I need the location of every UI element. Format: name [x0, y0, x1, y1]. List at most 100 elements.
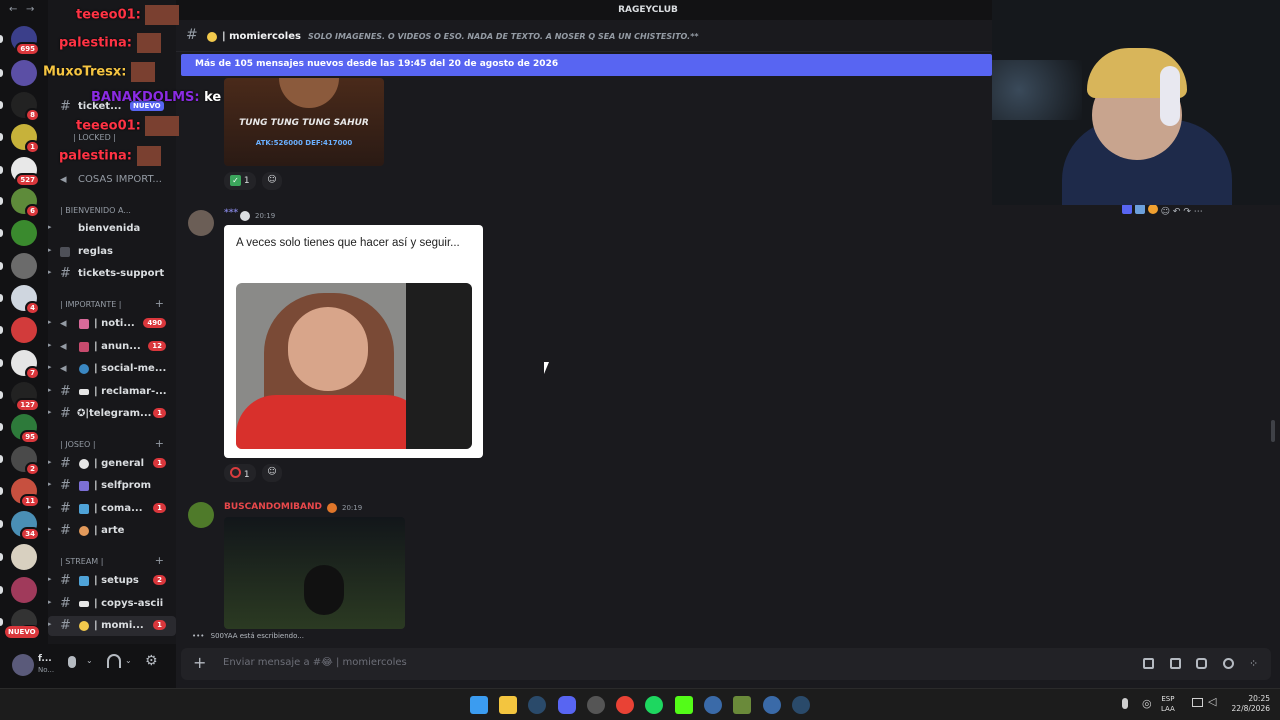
reaction-shortcut-icon[interactable] [1122, 204, 1132, 214]
photo-face [288, 307, 368, 391]
chevron-down-icon[interactable]: ⌄ [86, 656, 93, 665]
discord-icon[interactable] [558, 696, 576, 714]
server-icon[interactable]: 11 [11, 478, 40, 508]
server-icon[interactable] [11, 577, 37, 603]
gear-icon[interactable]: ⚙ [145, 653, 158, 669]
forward-icon[interactable]: ↷ [1183, 207, 1191, 217]
file-explorer-icon[interactable] [499, 696, 517, 714]
add-attachment-icon[interactable]: + [193, 653, 206, 672]
server-icon[interactable]: 1 [11, 124, 40, 154]
server-icon[interactable]: 7 [11, 350, 40, 380]
app-c-icon[interactable] [704, 696, 722, 714]
channel-momiercoles[interactable]: ▸ # | momi... 1 [48, 616, 176, 636]
server-icon[interactable]: 34 [11, 511, 40, 541]
more-icon[interactable]: ⋯ [1194, 207, 1203, 217]
category-stream[interactable]: | STREAM | [60, 557, 103, 566]
avatar[interactable] [12, 654, 34, 676]
lang-indicator[interactable]: ESP LAA [1161, 694, 1175, 714]
channel-tickets-support[interactable]: ▸ # tickets-support [48, 264, 176, 284]
server-icon[interactable]: 127 [11, 382, 40, 412]
steam-icon[interactable] [528, 696, 546, 714]
forward-arrow-icon[interactable]: → [26, 4, 34, 15]
flag-icon[interactable] [1134, 204, 1145, 214]
gift-icon[interactable] [1143, 658, 1154, 669]
scrollbar[interactable] [1271, 420, 1275, 442]
channel-bienvenida[interactable]: ▸ bienvenida [48, 219, 176, 239]
apps-icon[interactable]: ⁘ [1249, 657, 1258, 670]
channel-anuncios[interactable]: ▸ ◂ | anun... 12 [48, 337, 176, 357]
meme-card[interactable]: A veces solo tienes que hacer así y segu… [224, 225, 483, 458]
server-icon[interactable]: 4 [11, 285, 40, 315]
message-input[interactable]: Enviar mensaje a #😂 | momiercoles [223, 657, 407, 668]
add-channel-icon[interactable]: + [155, 554, 164, 567]
app-c2-icon[interactable] [763, 696, 781, 714]
reaction-check[interactable]: ✓ 1 [224, 172, 256, 190]
add-reaction-button[interactable]: ☺ [262, 172, 282, 190]
category-joseo[interactable]: | JOSEO | [60, 440, 96, 449]
obs-icon[interactable] [587, 696, 605, 714]
windows-start-icon[interactable] [470, 696, 488, 714]
message-author[interactable]: *** [224, 208, 238, 218]
server-icon[interactable] [11, 544, 37, 570]
steam-icon[interactable] [792, 696, 810, 714]
clock[interactable]: 20:25 22/8/2026 [1226, 694, 1270, 714]
fire-icon[interactable] [1147, 204, 1158, 214]
message-video[interactable] [224, 517, 405, 629]
new-messages-banner[interactable]: Más de 105 mensajes nuevos desde las 19:… [181, 54, 992, 76]
server-icon[interactable]: 2 [11, 446, 40, 476]
chrome-icon[interactable] [616, 696, 634, 714]
reply-icon[interactable]: ↶ [1173, 207, 1181, 217]
channel-telegram[interactable]: ▸ # ✪|telegram... 1 [48, 404, 176, 424]
channel-general[interactable]: ▸ # | general 1 [48, 454, 176, 474]
network-icon[interactable]: ◎ [1142, 697, 1152, 710]
meme-text: A veces solo tienes que hacer así y segu… [236, 237, 460, 249]
channel-arte[interactable]: ▸ # | arte [48, 521, 176, 541]
channel-noticias[interactable]: ▸ ◂ | noti... 490 [48, 314, 176, 334]
server-rail: ← → 69581527647127952113425NUEVO [0, 0, 48, 688]
channel-copys-ascii[interactable]: ▸ # | copys-ascii [48, 594, 176, 614]
channel-reclamar[interactable]: ▸ # | reclamar-... [48, 382, 176, 402]
add-reaction-button[interactable]: ☺ [262, 464, 282, 482]
new-server-badge[interactable]: NUEVO [5, 626, 39, 638]
microphone-icon[interactable] [68, 656, 76, 668]
channel-reglas[interactable]: ▸ reglas [48, 242, 176, 262]
minecraft-icon[interactable] [733, 696, 751, 714]
category-bienvenido[interactable]: | BIENVENIDO A... [60, 206, 131, 215]
channel-cosas-importantes[interactable]: ◂ COSAS IMPORT... [48, 170, 176, 190]
channel-setups[interactable]: ▸ # | setups 2 [48, 571, 176, 591]
server-icon[interactable]: 527 [11, 157, 40, 187]
server-icon[interactable] [11, 253, 37, 279]
spotify-icon[interactable] [645, 696, 663, 714]
display-icon[interactable] [1192, 698, 1203, 707]
channel-social-media[interactable]: ▸ ◂ | social-me... [48, 359, 176, 379]
add-reaction-icon[interactable]: ☺ [1161, 207, 1170, 217]
server-icon[interactable]: 6 [11, 188, 40, 218]
chevron-down-icon[interactable]: ⌄ [125, 656, 132, 665]
channel-comandos[interactable]: ▸ # | coma... 1 [48, 499, 176, 519]
server-icon[interactable] [11, 317, 37, 343]
server-icon[interactable]: 8 [11, 92, 40, 122]
kick-icon[interactable] [675, 696, 693, 714]
server-icon[interactable]: 95 [11, 414, 40, 444]
sticker-icon[interactable] [1196, 658, 1207, 669]
message-image[interactable]: TUNG TUNG TUNG SAHUR ATK:526000 DEF:4170… [224, 78, 384, 166]
server-icon[interactable] [11, 220, 37, 246]
server-icon[interactable]: 695 [11, 26, 40, 56]
add-channel-icon[interactable]: + [155, 437, 164, 450]
server-icon[interactable] [11, 60, 37, 86]
emoji-icon[interactable] [1223, 658, 1234, 669]
category-importante[interactable]: | IMPORTANTE | [60, 300, 122, 309]
message-author[interactable]: BUSCANDOMIBAND [224, 502, 322, 512]
headphones-icon[interactable] [107, 654, 121, 668]
mention-badge: 127 [15, 398, 40, 412]
channel-emoji-icon [79, 601, 89, 607]
avatar[interactable] [188, 502, 214, 528]
channel-selfprom[interactable]: ▸ # | selfprom [48, 476, 176, 496]
avatar[interactable] [188, 210, 214, 236]
back-arrow-icon[interactable]: ← [9, 4, 17, 15]
mic-tray-icon[interactable] [1122, 698, 1128, 709]
volume-icon[interactable]: ◁ [1208, 695, 1216, 708]
add-channel-icon[interactable]: + [155, 297, 164, 310]
reaction-prohibited[interactable]: 1 [224, 464, 256, 482]
gif-icon[interactable] [1170, 658, 1181, 669]
